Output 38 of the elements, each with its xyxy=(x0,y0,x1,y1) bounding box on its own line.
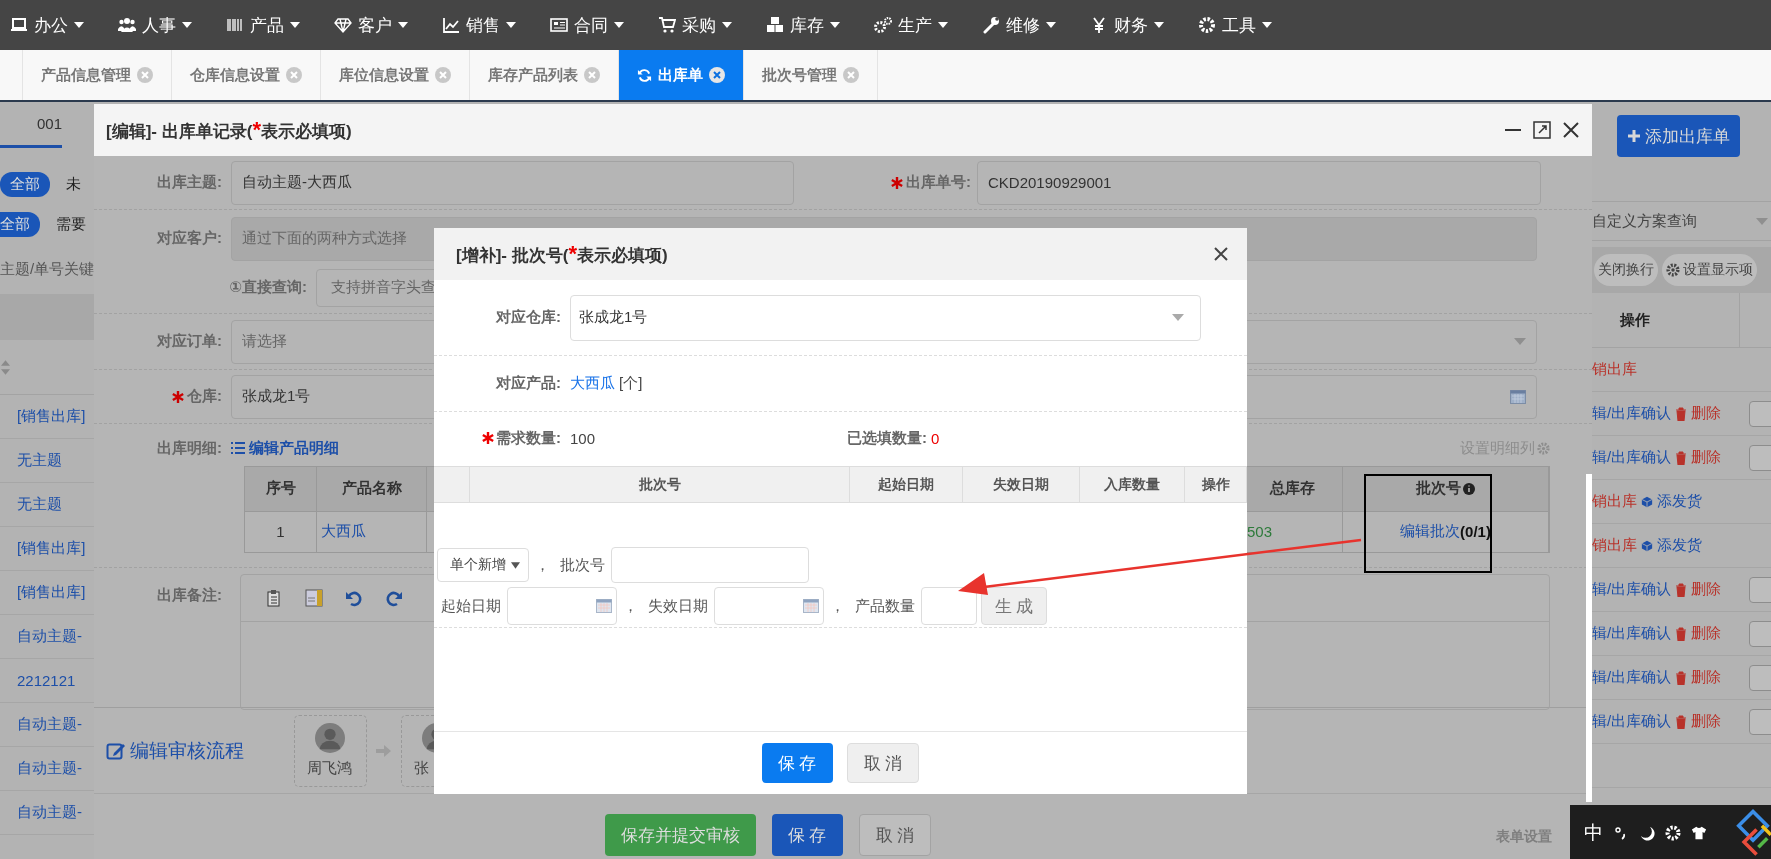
approver-name: 张 xyxy=(414,759,429,778)
inline-label: 批次号 xyxy=(559,555,606,575)
field-label: ①直接查询: xyxy=(228,278,308,297)
dialog-title: [编辑]- 出库单记录(*表示必填项) xyxy=(106,117,352,143)
field-label: 对应订单: xyxy=(156,332,223,351)
field-label: 出库主题: xyxy=(156,173,223,192)
batch-count: (0/1) xyxy=(1460,523,1491,540)
field-label: 出库单号: xyxy=(906,173,971,192)
approver-name: 周飞鸿 xyxy=(307,759,352,778)
table-cell: 1 xyxy=(245,511,317,552)
column-header: 批次号 xyxy=(470,467,850,502)
inline-label: 起始日期 xyxy=(440,596,502,616)
dialog-title: [增补]- 批次号(*表示必填项) xyxy=(456,241,668,267)
inline-label: ， xyxy=(534,555,551,575)
field-label: 出库备注: xyxy=(156,585,223,605)
field-label: 出库明细: xyxy=(156,438,223,458)
inline-label: ， xyxy=(829,596,846,616)
field-label: 对应仓库: xyxy=(495,308,562,327)
column-header: 产品名称 xyxy=(317,466,427,512)
inline-label: 失效日期 xyxy=(647,596,709,616)
column-header: 序号 xyxy=(245,466,317,512)
unit-text: [个] xyxy=(619,374,643,393)
inline-label: ， xyxy=(622,596,639,616)
field-label: 已选填数量: xyxy=(847,428,927,448)
column-header: 起始日期 xyxy=(850,467,963,502)
column-header: 失效日期 xyxy=(963,467,1080,502)
column-header: 批次号 xyxy=(1416,479,1461,498)
quantity-value: 100 xyxy=(570,429,597,447)
field-label: 仓库: xyxy=(187,387,222,406)
field-label: 对应客户: xyxy=(156,229,223,248)
column-header: 操作 xyxy=(1185,467,1247,502)
table-cell: 503 xyxy=(1247,523,1273,540)
column-header: 操作 xyxy=(1620,310,1650,330)
inline-label: 产品数量 xyxy=(854,596,916,616)
column-header: 入库数量 xyxy=(1080,467,1185,502)
field-label: 对应产品: xyxy=(495,374,562,393)
filled-quantity-value: 0 xyxy=(931,429,940,447)
field-label: 需求数量: xyxy=(496,428,561,448)
